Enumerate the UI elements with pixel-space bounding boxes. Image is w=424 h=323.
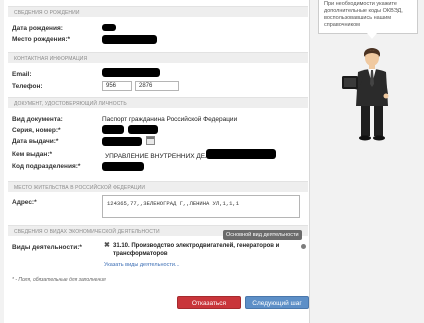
activity-text-2: трансформаторов [113,251,168,257]
phone-label: Телефон: [12,83,43,90]
email-label: Email: [12,71,32,78]
helper-line-2: дополнительные коды ОКВЭД, [324,8,403,14]
assistant-character-icon [342,48,389,141]
issue-date-label: Дата выдачи:* [12,138,59,145]
helper-line-4: справочником [324,22,360,28]
calendar-icon[interactable] [146,136,155,145]
helper-line-3: воспользовавшись нашим [324,15,392,21]
phone-number-input[interactable]: 2876 [135,81,179,91]
birth-place-redacted [102,35,157,44]
helper-bubble: При необходимости укажите дополнительные… [318,0,418,39]
activities-label: Виды деятельности:* [12,244,82,251]
helper-line-1: При необходимости укажите [324,1,397,7]
section-contact-header: КОНТАКТНАЯ ИНФОРМАЦИЯ [8,52,308,63]
birth-date-redacted [102,24,116,31]
issued-by-redacted [206,149,276,159]
section-document-header: ДОКУМЕНТ, УДОСТОВЕРЯЮЩИЙ ЛИЧНОСТЬ [8,97,308,108]
birth-place-label: Место рождения:* [12,36,71,43]
address-textarea[interactable]: 124365,77,,ЗЕЛЕНОГРАД Г,,ЛЕНИНА УЛ,1,1,1 [102,195,300,218]
birth-date-label: Дата рождения: [12,25,63,32]
activity-item: 31.10. Производство электродвигателей, г… [113,243,279,249]
issued-by-label: Кем выдан:* [12,151,53,158]
issued-by-value: УПРАВЛЕНИЕ ВНУТРЕННИХ ДЕЛ П [105,153,216,160]
phone-code-input[interactable]: 956 [102,81,132,91]
next-step-button[interactable]: Следующий шаг [245,296,309,309]
show-activities-link[interactable]: Указать виды деятельности... [104,262,180,268]
registration-form: СВЕДЕНИЯ О РОЖДЕНИИ Дата рождения: Место… [4,0,310,323]
refuse-button[interactable]: Отказаться [177,296,241,309]
issue-date-redacted [102,137,142,146]
remove-activity-icon[interactable]: ✖ [104,241,110,249]
address-label: Адрес:* [12,199,37,206]
number-redacted [128,125,158,134]
email-redacted [102,68,160,77]
division-code-label: Код подразделения:* [12,163,81,170]
activity-code: 31.10. [113,243,130,249]
division-code-redacted [102,162,144,171]
section-residence-header: МЕСТО ЖИТЕЛЬСТВА В РОССИЙСКОЙ ФЕДЕРАЦИИ [8,181,308,192]
activity-text-1: Производство электродвигателей, генерато… [131,243,280,249]
section-birth-header: СВЕДЕНИЯ О РОЖДЕНИИ [8,6,308,17]
series-redacted [102,125,124,134]
main-activity-tooltip: Основной вид деятельности [223,230,302,240]
document-type-label: Вид документа: [12,116,63,123]
main-activity-radio[interactable] [301,244,306,249]
page: СВЕДЕНИЯ О РОЖДЕНИИ Дата рождения: Место… [0,0,424,323]
series-number-label: Серия, номер:* [12,127,61,134]
required-fields-note: * - Поля, обязательные для заполнения [12,277,106,283]
document-type-value: Паспорт гражданина Российской Федерации [102,116,238,123]
